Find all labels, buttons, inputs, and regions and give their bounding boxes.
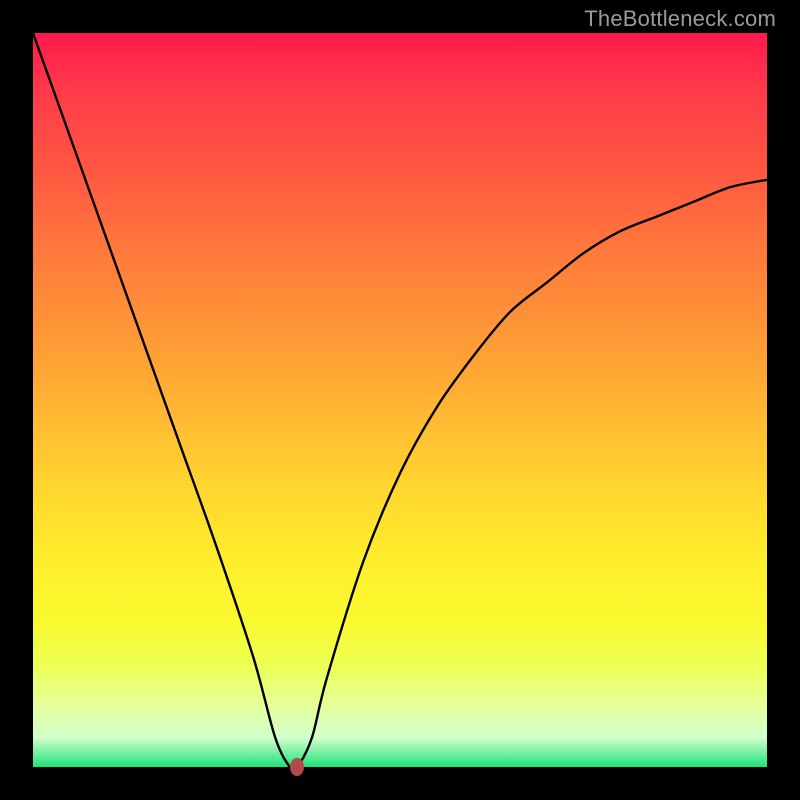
bottleneck-curve: [33, 33, 767, 767]
optimum-marker: [290, 758, 304, 776]
plot-area: [33, 33, 767, 767]
watermark-text: TheBottleneck.com: [584, 6, 776, 32]
chart-frame: TheBottleneck.com: [0, 0, 800, 800]
